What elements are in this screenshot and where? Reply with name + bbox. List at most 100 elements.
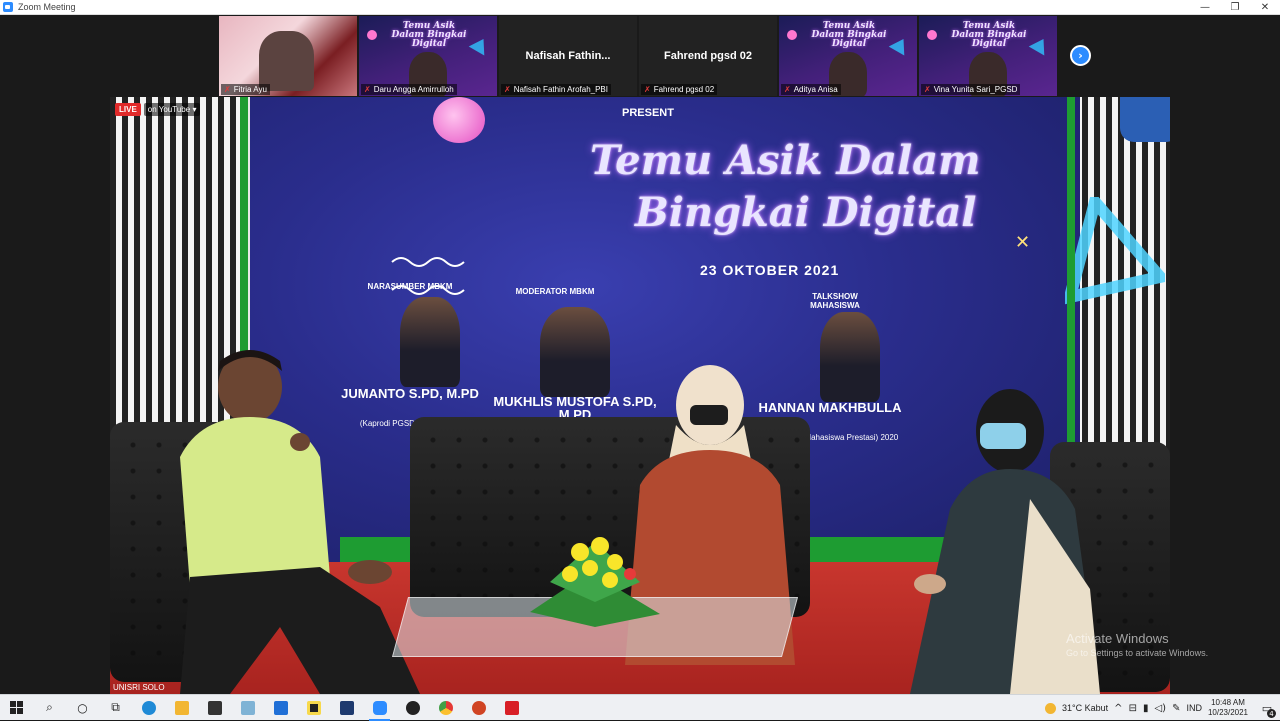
participant-tile[interactable]: Temu Asik Dalam Bingkai Digital ✗ Vina Y… [919,16,1057,96]
maximize-button[interactable]: ❐ [1220,0,1250,15]
speaker-role: TALKSHOW MAHASISWA [810,292,860,310]
window-title: Zoom Meeting [18,2,76,12]
start-icon[interactable] [0,695,33,721]
decor-dot [927,30,937,40]
speaker-photo [820,312,880,402]
poster-title: Temu Asik Dalam Bingkai Digital [391,21,467,49]
participant-label: ✗ Vina Yunita Sari_PGSD [921,84,1021,95]
participant-tile[interactable]: Temu Asik Dalam Bingkai Digital ✗ Daru A… [359,16,497,96]
speaker-role: NARASUMBER MBKM [367,282,453,291]
task-view-icon[interactable]: ⧉ [99,695,132,721]
decor-triangle [1028,34,1052,56]
cortana-icon[interactable]: ○ [66,695,99,721]
participant-display-name: Nafisah Fathin... [525,50,611,62]
notification-count: 4 [1267,709,1276,718]
flower-arrangement [530,537,660,627]
watermark-line1: Activate Windows [1066,631,1169,646]
clock-date: 10/23/2021 [1207,708,1248,717]
live-badge: LIVE [115,103,141,116]
mail-icon[interactable] [264,695,297,721]
participant-tile[interactable]: ✗ Fitria Ayu [219,16,357,96]
windows-taskbar: ⌕ ○ ⧉ 31°C Kabut ^ ⊟ ▮ ◁) ✎ IND 10:48 AM… [0,694,1280,721]
zoom-app-icon [3,2,13,12]
chevron-up-icon[interactable]: ^ [1114,703,1122,714]
window-titlebar: Zoom Meeting — ❐ ✕ [0,0,1280,15]
muted-mic-icon: ✗ [924,85,931,94]
next-page-arrow-icon[interactable]: › [1070,45,1091,66]
decor-waves [391,257,465,295]
decor-pink-ball [433,97,485,143]
decor-dot [367,30,377,40]
participant-name: Daru Angga Amirrulloh [373,85,454,94]
muted-mic-icon: ✗ [784,85,791,94]
watermark-line2: Go to Settings to activate Windows. [1066,648,1209,658]
banner-present: PRESENT [622,107,674,119]
participant-name: Vina Yunita Sari_PGSD [933,85,1018,94]
system-tray: 31°C Kabut ^ ⊟ ▮ ◁) ✎ IND 10:48 AM 10/23… [1045,695,1280,721]
zoom-taskbar-icon[interactable] [363,695,396,721]
sticky-notes-icon[interactable] [297,695,330,721]
notifications-icon[interactable]: ▭ 4 [1254,695,1280,721]
participant-name: Fahrend pgsd 02 [653,85,715,94]
banner-title-line1: Temu Asik Dalam [590,137,981,184]
participant-name: Nafisah Fathin Arofah_PBI [513,85,608,94]
participant-strip: ✗ Fitria Ayu Temu Asik Dalam Bingkai Dig… [219,16,1057,96]
participant-label: ✗ Fahrend pgsd 02 [641,84,718,95]
network-icon[interactable]: ⊟ [1129,703,1137,714]
speaker-photo [540,307,610,397]
acrobat-icon[interactable] [495,695,528,721]
university-logo [1120,97,1170,142]
speaker-role: MODERATOR MBKM [515,287,595,296]
muted-mic-icon: ✗ [644,85,651,94]
participant-tile[interactable]: Nafisah Fathin... ✗ Nafisah Fathin Arofa… [499,16,637,96]
banner-title-line2: Bingkai Digital [635,189,977,236]
decor-cross: ✕ [1015,232,1031,253]
store-icon[interactable] [198,695,231,721]
participant-label: ✗ Daru Angga Amirrulloh [361,84,457,95]
activate-windows-watermark: Activate Windows Go to Settings to activ… [1066,631,1208,658]
chrome-icon[interactable] [429,695,462,721]
stream-target-label: on YouTube [147,105,191,114]
muted-mic-icon: ✗ [224,85,231,94]
powerpoint-icon[interactable] [462,695,495,721]
video-source-label: UNISRI SOLO [113,683,165,692]
weather-text[interactable]: 31°C Kabut [1062,703,1108,713]
participant-name: Fitria Ayu [233,85,267,94]
window-controls: — ❐ ✕ [1190,0,1280,15]
language-indicator[interactable]: IND [1186,703,1202,713]
close-button[interactable]: ✕ [1250,0,1280,15]
volume-icon[interactable]: ◁) [1154,703,1166,714]
live-indicator[interactable]: LIVE on YouTube ▾ [115,103,201,116]
decor-triangle [468,34,492,56]
poster-title: Temu Asik Dalam Bingkai Digital [951,21,1027,49]
decor-triangle [1065,197,1165,305]
app-icon[interactable] [231,695,264,721]
participant-label: ✗ Nafisah Fathin Arofah_PBI [501,84,611,95]
edge-icon[interactable] [132,695,165,721]
search-icon[interactable]: ⌕ [33,695,66,721]
battery-icon[interactable]: ▮ [1143,703,1149,714]
participant-label: ✗ Aditya Anisa [781,84,841,95]
chevron-down-icon: ▾ [192,105,197,114]
decor-triangle [888,34,912,56]
host-male [180,350,420,694]
weather-icon[interactable] [1045,702,1057,714]
muted-mic-icon: ✗ [364,85,371,94]
participant-name: Aditya Anisa [793,85,838,94]
participant-tile[interactable]: Fahrend pgsd 02 ✗ Fahrend pgsd 02 [639,16,777,96]
file-explorer-icon[interactable] [165,695,198,721]
pen-icon[interactable]: ✎ [1172,703,1180,714]
participant-display-name: Fahrend pgsd 02 [663,50,753,62]
app-w-icon[interactable] [330,695,363,721]
clock[interactable]: 10:48 AM 10/23/2021 [1208,698,1248,718]
clock-time: 10:48 AM [1211,698,1245,707]
obs-icon[interactable] [396,695,429,721]
poster-title: Temu Asik Dalam Bingkai Digital [811,21,887,49]
stream-target[interactable]: on YouTube ▾ [143,103,201,116]
minimize-button[interactable]: — [1190,0,1220,15]
muted-mic-icon: ✗ [504,85,511,94]
participant-label: ✗ Fitria Ayu [221,84,270,95]
banner-date: 23 OKTOBER 2021 [700,262,840,278]
participant-tile[interactable]: Temu Asik Dalam Bingkai Digital ✗ Aditya… [779,16,917,96]
decor-dot [787,30,797,40]
